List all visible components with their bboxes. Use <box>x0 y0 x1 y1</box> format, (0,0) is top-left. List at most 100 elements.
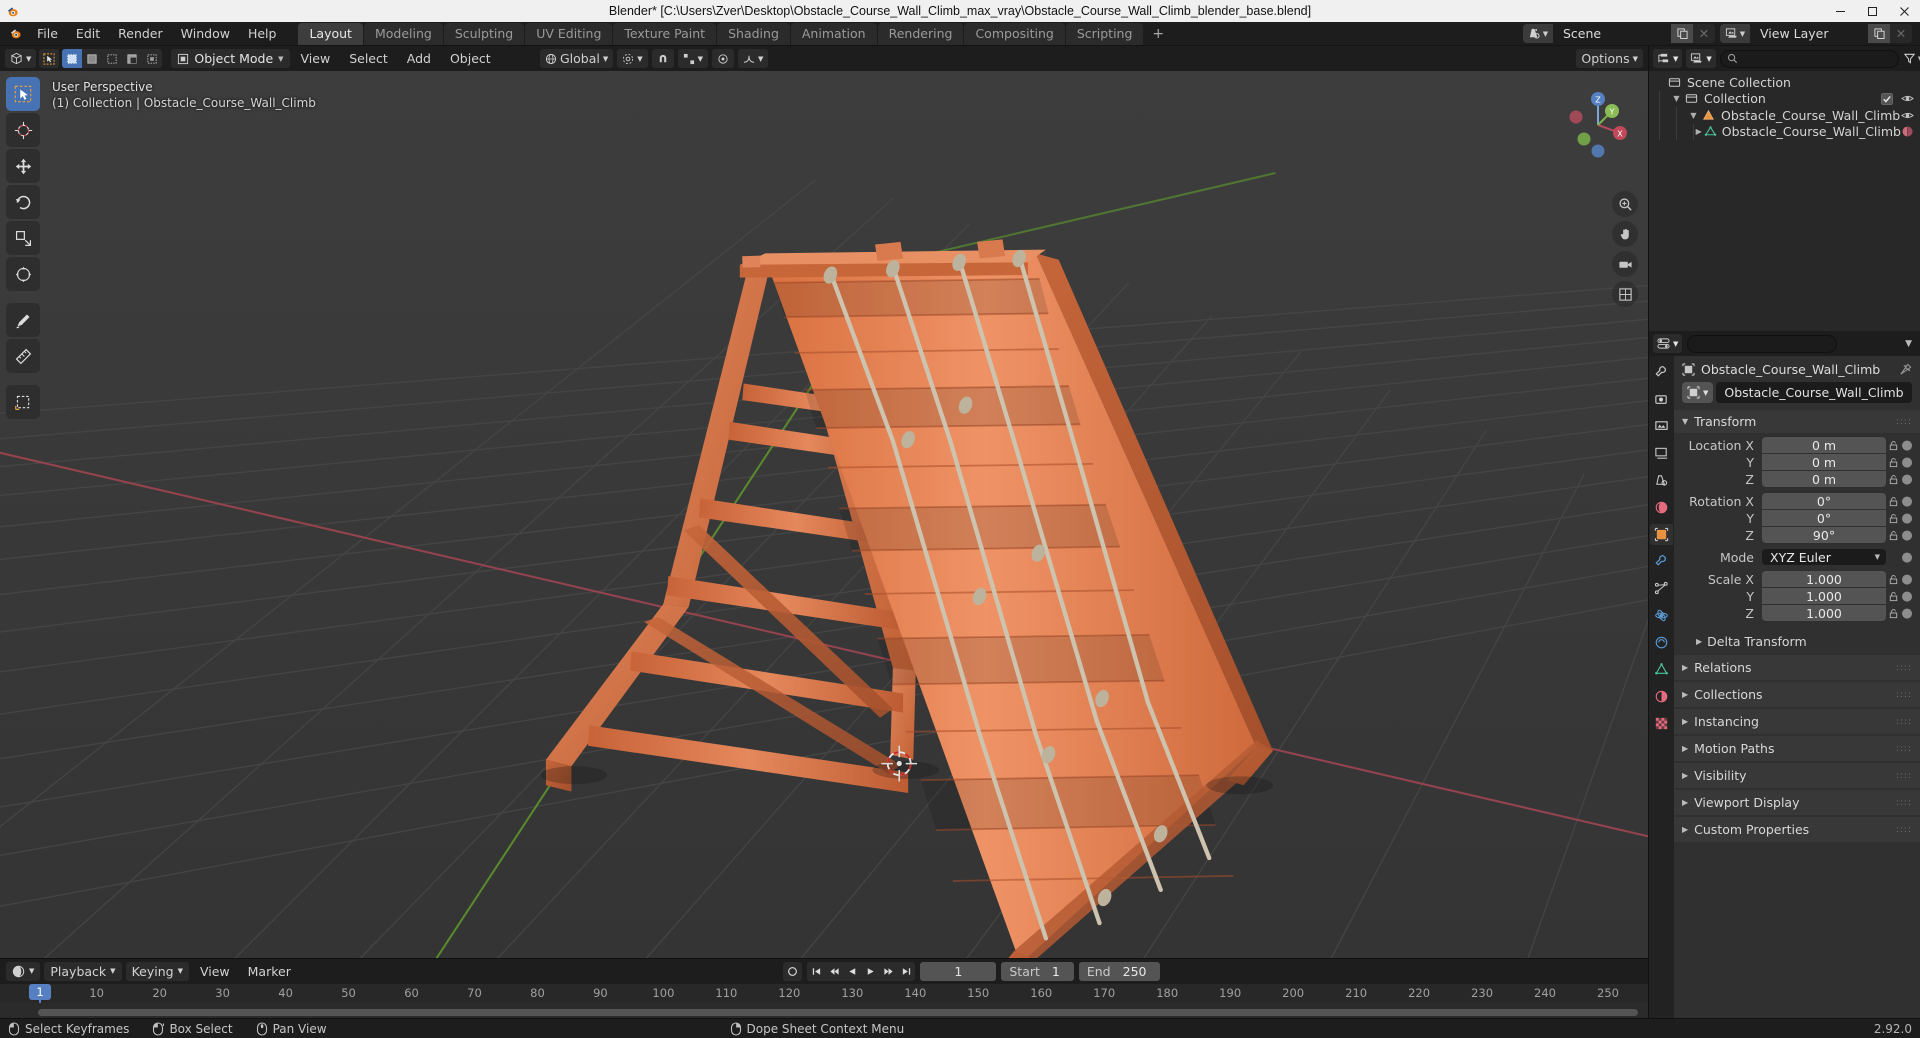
lock-icon[interactable] <box>1886 591 1900 602</box>
proportional-editing-icon[interactable] <box>712 49 735 68</box>
object-browse-dropdown[interactable]: ▼ <box>1682 382 1714 403</box>
lock-icon[interactable] <box>1886 457 1900 468</box>
outliner-editor-type-button[interactable]: ▼ <box>1653 49 1683 68</box>
minimize-button[interactable] <box>1824 0 1856 22</box>
animate-property-dot[interactable]: ● <box>1900 528 1914 543</box>
tab-render[interactable] <box>1650 389 1673 410</box>
delta-transform-subpanel[interactable]: ▶ Delta Transform <box>1674 630 1920 653</box>
disclosure-triangle-icon[interactable]: ▶ <box>1694 127 1705 136</box>
material-icon[interactable] <box>1901 125 1914 138</box>
animate-property-dot[interactable]: ● <box>1900 455 1914 470</box>
snap-settings-dropdown[interactable]: ▼ <box>677 49 709 68</box>
jump-to-start-button[interactable] <box>807 962 825 981</box>
zoom-view-icon[interactable] <box>1612 191 1638 217</box>
tool-rotate[interactable] <box>6 185 40 219</box>
pivot-point-dropdown[interactable]: ▼ <box>617 49 648 68</box>
remove-viewlayer-button[interactable]: ✕ <box>1890 24 1912 43</box>
tab-scene[interactable] <box>1650 470 1673 491</box>
tab-texture-paint[interactable]: Texture Paint <box>613 22 717 45</box>
viewport-menu-view[interactable]: View <box>293 49 339 68</box>
select-difference-icon[interactable] <box>122 49 142 68</box>
outliner-tree[interactable]: Scene Collection ▼ Collection ▼ Obstacle… <box>1649 71 1920 331</box>
outliner-row[interactable]: ▼ Obstacle_Course_Wall_Climb <box>1649 107 1920 124</box>
outliner-checkbox[interactable] <box>1881 92 1893 105</box>
outliner-search-field[interactable] <box>1741 51 1892 66</box>
tab-modifiers[interactable] <box>1650 551 1673 572</box>
end-frame-field[interactable]: End 250 <box>1078 961 1161 981</box>
scene-name[interactable]: Scene <box>1553 24 1671 43</box>
tab-material[interactable] <box>1650 686 1673 707</box>
animate-property-dot[interactable]: ● <box>1900 589 1914 604</box>
new-viewlayer-button[interactable] <box>1868 24 1890 43</box>
auto-keying-toggle[interactable] <box>783 961 803 981</box>
jump-to-next-keyframe-button[interactable] <box>879 962 897 981</box>
animate-property-dot[interactable]: ● <box>1900 550 1914 565</box>
options-dropdown[interactable]: Options ▼ <box>1576 49 1643 68</box>
timeline-view-menu[interactable]: View <box>193 962 237 981</box>
lock-icon[interactable] <box>1886 513 1900 524</box>
tab-object-data[interactable] <box>1650 659 1673 680</box>
tool-annotate[interactable] <box>6 303 40 337</box>
tab-rendering[interactable]: Rendering <box>877 22 964 45</box>
select-intersect-icon[interactable] <box>142 49 162 68</box>
menu-render[interactable]: Render <box>109 24 172 43</box>
tool-select-box[interactable] <box>6 77 40 111</box>
rotation-z-value[interactable]: 90° <box>1762 527 1886 543</box>
outliner-display-mode-button[interactable]: ▼ <box>1686 49 1716 68</box>
timeline-playhead[interactable]: 1 <box>29 983 51 1000</box>
menu-window[interactable]: Window <box>172 24 239 43</box>
outliner-filter-icon[interactable]: ▼ <box>1903 52 1920 65</box>
animate-property-dot[interactable]: ● <box>1900 438 1914 453</box>
tab-particles[interactable] <box>1650 578 1673 599</box>
properties-search-field[interactable] <box>1698 336 1849 351</box>
navigation-gizmo[interactable]: Z X Y <box>1562 89 1634 161</box>
jump-to-prev-keyframe-button[interactable] <box>825 962 843 981</box>
camera-view-icon[interactable] <box>1612 251 1638 277</box>
select-set-icon[interactable] <box>62 49 83 68</box>
panel-instancing[interactable]: ▶ Instancing :::: <box>1674 709 1920 734</box>
snap-magnet-icon[interactable] <box>651 49 674 68</box>
jump-to-end-button[interactable] <box>897 962 915 981</box>
tool-move[interactable] <box>6 149 40 183</box>
transform-panel-header[interactable]: ▼ Transform :::: <box>1674 410 1920 433</box>
timeline-body[interactable] <box>0 1003 1648 1018</box>
animate-property-dot[interactable]: ● <box>1900 472 1914 487</box>
tool-add-cube[interactable] <box>6 385 40 419</box>
tab-texture[interactable] <box>1650 713 1673 734</box>
lock-icon[interactable] <box>1886 474 1900 485</box>
timeline-scrollbar[interactable] <box>38 1009 1638 1016</box>
menu-help[interactable]: Help <box>239 24 286 43</box>
select-extend-icon[interactable] <box>82 49 102 68</box>
tab-scripting[interactable]: Scripting <box>1065 22 1144 45</box>
eye-icon[interactable] <box>1901 92 1914 105</box>
object-name-field[interactable]: Obstacle_Course_Wall_Climb <box>1716 382 1912 403</box>
transform-orientation-dropdown[interactable]: Global ▼ <box>540 49 614 68</box>
lock-icon[interactable] <box>1886 440 1900 451</box>
viewlayer-selector[interactable]: ▼ View Layer ✕ <box>1720 24 1912 43</box>
tab-tool[interactable] <box>1650 362 1673 383</box>
timeline-keying-menu[interactable]: Keying ▼ <box>125 961 189 981</box>
outliner-row[interactable]: Scene Collection <box>1649 74 1920 91</box>
outliner-search-input[interactable] <box>1719 49 1899 68</box>
scale-x-value[interactable]: 1.000 <box>1762 571 1886 587</box>
pan-view-icon[interactable] <box>1612 221 1638 247</box>
properties-editor-type-button[interactable]: ▼ <box>1653 334 1683 353</box>
location-z-value[interactable]: 0 m <box>1762 471 1886 487</box>
object-mode-dropdown[interactable]: Object Mode ▼ <box>171 49 290 68</box>
close-button[interactable] <box>1888 0 1920 22</box>
scale-y-value[interactable]: 1.000 <box>1762 588 1886 604</box>
tab-object[interactable] <box>1650 524 1673 545</box>
3d-viewport[interactable]: User Perspective (1) Collection | Obstac… <box>0 71 1648 958</box>
timeline-playback-menu[interactable]: Playback ▼ <box>44 961 122 981</box>
play-reverse-button[interactable] <box>843 962 861 981</box>
lock-icon[interactable] <box>1886 530 1900 541</box>
tool-scale[interactable] <box>6 221 40 255</box>
toggle-ortho-icon[interactable] <box>1612 281 1638 307</box>
tab-physics[interactable] <box>1650 605 1673 626</box>
timeline-editor-type-button[interactable]: ▼ <box>6 961 41 981</box>
proportional-falloff-dropdown[interactable]: ▼ <box>738 49 769 68</box>
disclosure-triangle-icon[interactable]: ▼ <box>1670 94 1683 103</box>
tab-sculpting[interactable]: Sculpting <box>443 22 525 45</box>
panel-collections[interactable]: ▶ Collections :::: <box>1674 682 1920 707</box>
tab-shading[interactable]: Shading <box>717 22 790 45</box>
